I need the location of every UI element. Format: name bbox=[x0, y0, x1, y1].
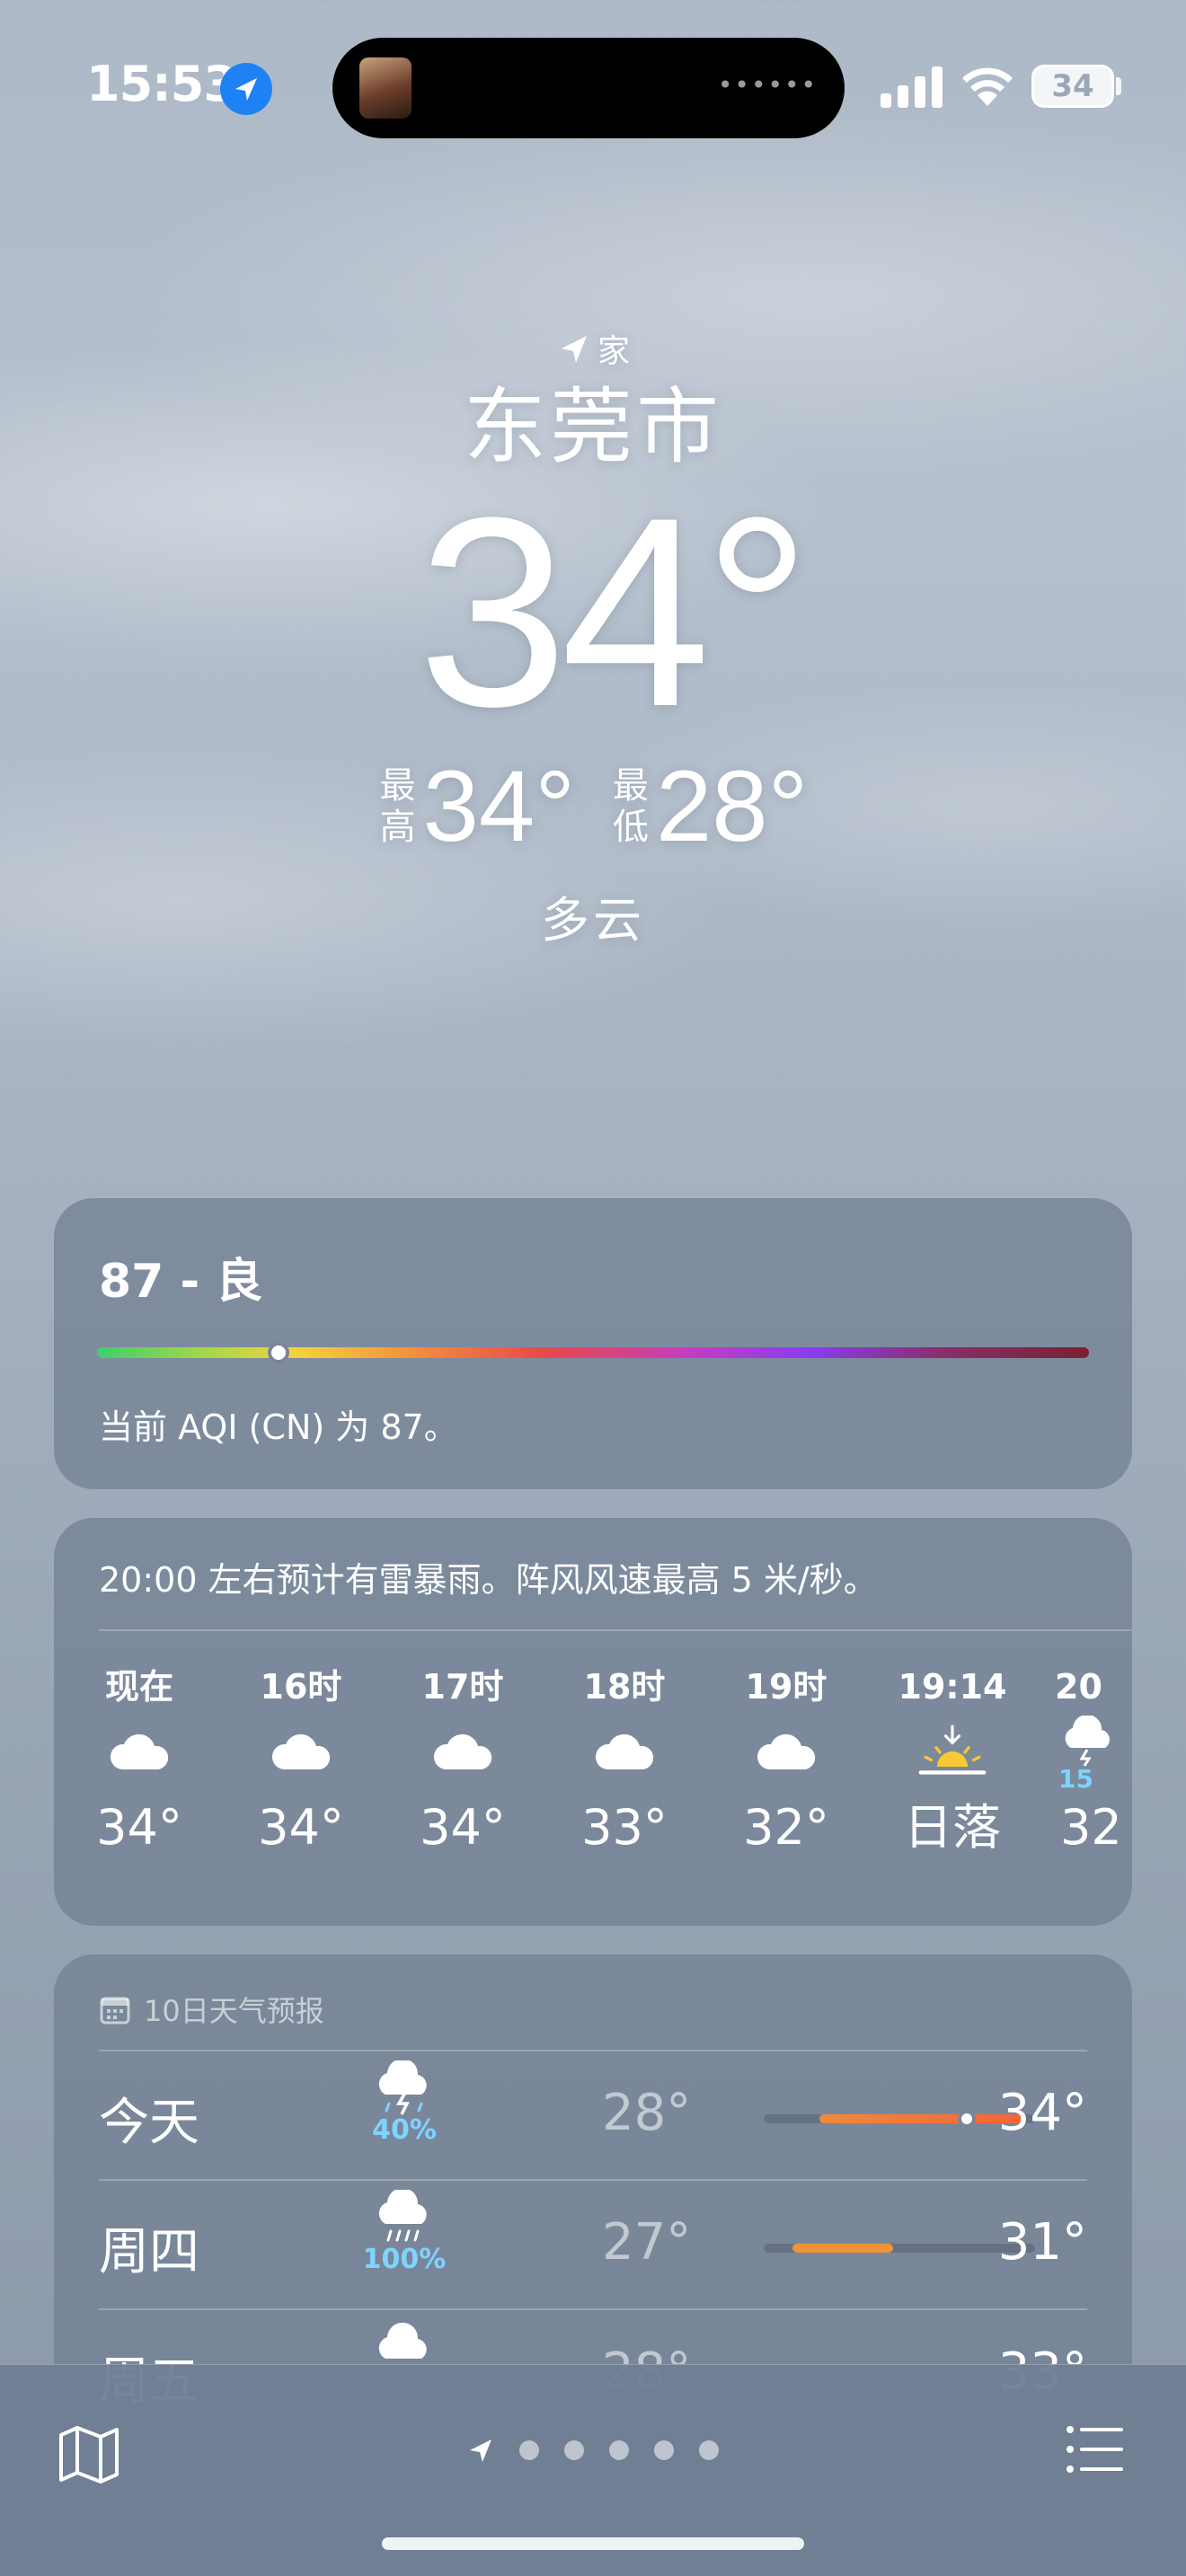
cloud-icon bbox=[271, 1734, 331, 1769]
low-temperature: 28° bbox=[656, 750, 809, 862]
high-low-row: 最高 34° 最低 28° bbox=[0, 753, 1186, 860]
hour-temperature: 32° bbox=[743, 1799, 829, 1856]
hour-item: 现在 34° bbox=[72, 1662, 207, 1859]
thunderstorm-icon bbox=[1065, 1716, 1110, 1767]
precip-chance: 100% bbox=[362, 2244, 447, 2275]
temp-range-fill bbox=[792, 2244, 893, 2253]
cellular-signal-icon bbox=[881, 66, 943, 108]
day-name: 周四 bbox=[99, 2223, 199, 2281]
rain-icon bbox=[378, 2190, 427, 2242]
day-low-temp: 28° bbox=[602, 2084, 692, 2142]
low-temp-group: 最低 28° bbox=[611, 753, 808, 860]
day-high-temp: 34° bbox=[997, 2084, 1087, 2142]
daily-header-label: 10日天气预报 bbox=[144, 1994, 324, 2028]
air-quality-card[interactable]: 87 - 良 当前 AQI (CN) 为 87。 bbox=[54, 1198, 1132, 1489]
hour-temperature: 日落 bbox=[904, 1799, 1001, 1856]
aqi-indicator bbox=[268, 1342, 289, 1363]
daily-header: 10日天气预报 bbox=[99, 1989, 324, 2030]
high-label: 最高 bbox=[379, 765, 416, 848]
hour-item: 16时 34° bbox=[234, 1662, 368, 1859]
location-services-icon bbox=[220, 63, 272, 115]
home-indicator[interactable] bbox=[382, 2537, 804, 2550]
day-high-temp: 31° bbox=[997, 2213, 1087, 2272]
battery-indicator: 34 bbox=[1031, 65, 1114, 108]
hour-temperature: 34° bbox=[96, 1799, 182, 1856]
day-weather-icon: 40% bbox=[350, 2060, 458, 2146]
day-name: 今天 bbox=[99, 2094, 199, 2152]
hour-item-sunset: 19:14 日落 bbox=[881, 1662, 1024, 1859]
hourly-summary: 20:00 左右预计有雷暴雨。阵风风速最高 5 米/秒。 bbox=[99, 1560, 878, 1600]
location-arrow-icon bbox=[561, 336, 587, 363]
page-dot bbox=[699, 2440, 719, 2460]
weather-condition: 多云 bbox=[541, 892, 645, 948]
page-dot bbox=[519, 2440, 539, 2460]
low-label: 最低 bbox=[613, 765, 649, 848]
hour-label: 现在 bbox=[104, 1667, 173, 1707]
temp-range-bar bbox=[764, 2244, 1035, 2253]
precip-chance: 15 bbox=[1058, 1764, 1093, 1794]
temp-range-bar bbox=[764, 2110, 1035, 2128]
status-bar: 15:53 •••••• 34 bbox=[0, 0, 1186, 171]
status-time: 15:53 bbox=[86, 56, 237, 112]
hour-label: 17时 bbox=[421, 1667, 504, 1707]
location-arrow-icon bbox=[470, 2439, 491, 2462]
wifi-icon bbox=[962, 67, 1013, 106]
day-low-temp: 27° bbox=[602, 2213, 692, 2272]
thunderstorm-icon bbox=[378, 2060, 427, 2115]
day-row[interactable]: 周四 100% 27° 31° bbox=[99, 2179, 1087, 2308]
hour-temperature: 32 bbox=[1060, 1799, 1122, 1856]
current-temp-marker bbox=[958, 2110, 976, 2128]
hour-item: 17时 34° bbox=[395, 1662, 530, 1859]
hour-label: 16时 bbox=[260, 1667, 342, 1707]
high-temperature: 34° bbox=[422, 750, 575, 862]
list-icon[interactable] bbox=[1066, 2424, 1125, 2475]
audio-waveform-icon: •••••• bbox=[717, 70, 818, 100]
hour-temperature: 34° bbox=[258, 1799, 344, 1856]
page-dot bbox=[609, 2440, 629, 2460]
dynamic-island[interactable]: •••••• bbox=[332, 38, 845, 138]
hour-temperature: 34° bbox=[420, 1799, 506, 1856]
hour-label: 18时 bbox=[583, 1667, 666, 1707]
hour-label: 19:14 bbox=[898, 1667, 1007, 1707]
now-playing-artwork bbox=[359, 57, 412, 119]
page-dot bbox=[654, 2440, 674, 2460]
battery-cap bbox=[1116, 77, 1121, 95]
current-weather-header: 家 东莞市 34° 最高 34° 最低 28° 多云 bbox=[0, 323, 1186, 951]
hour-item: 18时 33° bbox=[557, 1662, 692, 1859]
hour-item: 20 15 32 bbox=[1051, 1662, 1132, 1859]
aqi-description: 当前 AQI (CN) 为 87。 bbox=[99, 1407, 458, 1447]
cloud-icon bbox=[757, 1734, 816, 1769]
location-label-row: 家 bbox=[0, 323, 1186, 374]
hour-label: 19时 bbox=[745, 1667, 828, 1707]
hourly-forecast-card[interactable]: 20:00 左右预计有雷暴雨。阵风风速最高 5 米/秒。 现在 34° 16时 … bbox=[54, 1518, 1132, 1926]
day-row[interactable]: 今天 40% 28° 34° bbox=[99, 2050, 1087, 2179]
calendar-icon bbox=[100, 1997, 130, 2025]
page-dot bbox=[564, 2440, 584, 2460]
map-icon[interactable] bbox=[56, 2421, 122, 2487]
cloud-icon bbox=[433, 1734, 492, 1769]
cloud-icon bbox=[110, 1734, 169, 1769]
aqi-scale-bar bbox=[97, 1347, 1089, 1358]
page-indicator[interactable] bbox=[467, 2437, 719, 2464]
location-label: 家 bbox=[597, 333, 630, 370]
cloud-icon bbox=[595, 1734, 654, 1769]
hour-label: 20 bbox=[1055, 1667, 1102, 1707]
high-temp-group: 最高 34° bbox=[378, 753, 575, 860]
current-temperature: 34° bbox=[418, 461, 811, 763]
temp-range-fill bbox=[819, 2114, 1022, 2123]
day-weather-icon: 100% bbox=[350, 2190, 458, 2275]
hour-temperature: 33° bbox=[581, 1799, 668, 1856]
aqi-title: 87 - 良 bbox=[99, 1255, 263, 1309]
precip-chance: 40% bbox=[372, 2114, 437, 2146]
divider bbox=[99, 1629, 1132, 1631]
sunset-icon bbox=[918, 1725, 987, 1775]
hour-item: 19时 32° bbox=[719, 1662, 854, 1859]
